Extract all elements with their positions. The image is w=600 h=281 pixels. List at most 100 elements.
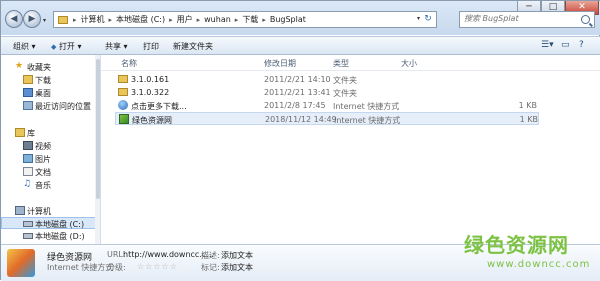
internet-shortcut-icon <box>119 114 129 124</box>
column-header-size[interactable]: 大小 <box>401 58 417 69</box>
nav-pictures-label: 图片 <box>35 155 51 164</box>
file-date: 2011/2/21 14:10 <box>264 75 331 84</box>
music-icon: ♫ <box>23 179 32 189</box>
nav-pictures[interactable]: 图片 <box>1 153 97 165</box>
library-icon <box>15 128 25 137</box>
description-label: 描述: <box>201 251 220 260</box>
nav-computer-label: 计算机 <box>27 207 51 216</box>
print-button[interactable]: 打印 <box>143 41 159 52</box>
explorer-window: ─ □ ✕ ◀ ▶ ▾ ▸ 计算机 ▸ 本地磁盘 (C:) ▸ 用户 ▸ wuh… <box>0 0 600 281</box>
folder-icon <box>58 15 68 24</box>
watermark-logo-text: 绿色资源网 <box>464 233 569 257</box>
nav-disk-c-label: 本地磁盘 (C:) <box>35 220 85 229</box>
desktop-icon <box>23 88 33 97</box>
help-icon[interactable]: ? <box>579 40 584 50</box>
nav-music[interactable]: ♫ 音乐 <box>1 179 97 191</box>
file-name: 绿色资源网 <box>132 116 172 125</box>
view-options-icon[interactable]: ☰▾ <box>541 40 554 50</box>
column-header-type[interactable]: 类型 <box>333 58 349 69</box>
file-thumbnail-icon <box>7 249 35 277</box>
nav-computer[interactable]: 计算机 <box>1 205 97 217</box>
nav-downloads-label: 下载 <box>35 76 51 85</box>
file-row[interactable]: 3.1.0.322 2011/2/21 13:41 文件夹 <box>115 86 539 99</box>
nav-video-label: 视频 <box>35 142 51 151</box>
breadcrumb-wuhan[interactable]: wuhan <box>201 15 234 24</box>
navigation-pane: ★ 收藏夹 下载 桌面 最近访问的位置 库 视频 图片 文档 ♫ 音乐 计算机 … <box>1 55 101 244</box>
pictures-icon <box>23 154 33 163</box>
breadcrumb-computer[interactable]: 计算机 <box>78 14 108 25</box>
nav-recent-label: 最近访问的位置 <box>35 102 91 111</box>
preview-pane-icon[interactable]: ▭ <box>561 40 570 50</box>
video-icon <box>23 141 33 150</box>
command-toolbar: 组织 ▾ ◆ 打开 ▾ 共享 ▾ 打印 新建文件夹 ☰▾ ▭ ? <box>1 36 600 55</box>
nav-recent[interactable]: 最近访问的位置 <box>1 100 97 112</box>
back-button[interactable]: ◀ <box>5 10 23 28</box>
chevron-down-icon[interactable]: ▾ <box>417 15 420 22</box>
nav-favorites-label: 收藏夹 <box>27 63 51 72</box>
file-name: 点击更多下载... <box>131 102 187 111</box>
open-button[interactable]: ◆ 打开 ▾ <box>51 41 82 52</box>
tags-value[interactable]: 添加文本 <box>221 262 253 273</box>
nav-disk-c[interactable]: 本地磁盘 (C:) <box>1 217 97 229</box>
disk-icon <box>23 233 33 239</box>
nav-library-label: 库 <box>27 129 35 138</box>
nav-downloads[interactable]: 下载 <box>1 74 97 86</box>
file-date: 2011/2/21 13:41 <box>264 88 331 97</box>
file-name: 3.1.0.322 <box>131 88 170 97</box>
open-label: 打开 ▾ <box>58 42 82 51</box>
star-icon: ★ <box>15 61 24 71</box>
downloads-folder-icon <box>23 75 33 84</box>
history-dropdown[interactable]: ▾ <box>43 17 46 24</box>
nav-favorites[interactable]: ★ 收藏夹 <box>1 61 97 73</box>
search-icon[interactable] <box>581 15 590 24</box>
nav-desktop-label: 桌面 <box>35 89 51 98</box>
nav-documents[interactable]: 文档 <box>1 166 97 178</box>
rating-stars[interactable]: ☆☆☆☆☆ <box>137 262 178 271</box>
nav-library[interactable]: 库 <box>1 127 97 139</box>
computer-icon <box>15 206 25 215</box>
new-folder-button[interactable]: 新建文件夹 <box>173 41 213 52</box>
file-size: 1 KB <box>519 115 538 124</box>
file-list-pane: 名称 修改日期 类型 大小 3.1.0.161 2011/2/21 14:10 … <box>101 55 600 244</box>
internet-shortcut-icon <box>118 100 128 110</box>
share-button[interactable]: 共享 ▾ <box>105 41 128 52</box>
file-row-selected[interactable]: 绿色资源网 2018/11/12 14:49 Internet 快捷方式 1 K… <box>115 112 539 125</box>
breadcrumb-disk-c[interactable]: 本地磁盘 (C:) <box>113 14 168 25</box>
organize-button[interactable]: 组织 ▾ <box>13 41 36 52</box>
file-type: Internet 快捷方式 <box>334 116 401 125</box>
nav-documents-label: 文档 <box>35 168 51 177</box>
breadcrumb-bugsplat[interactable]: BugSplat <box>267 15 309 24</box>
nav-desktop[interactable]: 桌面 <box>1 87 97 99</box>
file-type: 文件夹 <box>333 76 357 85</box>
nav-disk-d[interactable]: 本地磁盘 (D:) <box>1 230 97 242</box>
documents-icon <box>23 167 33 176</box>
file-name: 3.1.0.161 <box>131 75 170 84</box>
search-box[interactable] <box>459 11 595 28</box>
file-type: Internet 快捷方式 <box>333 102 400 111</box>
breadcrumb-users[interactable]: 用户 <box>174 14 196 25</box>
title-bar: ─ □ ✕ ◀ ▶ ▾ ▸ 计算机 ▸ 本地磁盘 (C:) ▸ 用户 ▸ wuh… <box>1 1 600 35</box>
details-subtitle: Internet 快捷方式 <box>47 263 114 272</box>
disk-icon <box>23 221 33 227</box>
refresh-icon[interactable]: ↻ <box>422 13 434 25</box>
file-row[interactable]: 3.1.0.161 2011/2/21 14:10 文件夹 <box>115 73 539 86</box>
address-bar[interactable]: ▸ 计算机 ▸ 本地磁盘 (C:) ▸ 用户 ▸ wuhan ▸ 下载 ▸ Bu… <box>53 11 437 28</box>
nav-disk-d-label: 本地磁盘 (D:) <box>35 232 85 241</box>
folder-icon <box>118 75 128 83</box>
column-header-modified[interactable]: 修改日期 <box>264 58 296 69</box>
file-date: 2011/2/8 17:45 <box>264 101 326 110</box>
tags-label: 标记: <box>201 263 220 272</box>
forward-button[interactable]: ▶ <box>23 10 41 28</box>
scrollbar-thumb[interactable] <box>96 59 100 199</box>
breadcrumb-downloads[interactable]: 下载 <box>239 14 261 25</box>
column-header-name[interactable]: 名称 <box>121 58 137 69</box>
file-date: 2018/11/12 14:49 <box>265 115 337 124</box>
file-row[interactable]: 点击更多下载... 2011/2/8 17:45 Internet 快捷方式 1… <box>115 99 539 112</box>
search-input[interactable] <box>464 14 574 23</box>
open-icon: ◆ <box>51 43 57 51</box>
watermark-url: www.downcc.com <box>487 259 591 270</box>
description-value[interactable]: 添加文本 <box>221 250 253 261</box>
nav-video[interactable]: 视频 <box>1 140 97 152</box>
recent-places-icon <box>23 101 33 110</box>
file-size: 1 KB <box>518 101 537 110</box>
